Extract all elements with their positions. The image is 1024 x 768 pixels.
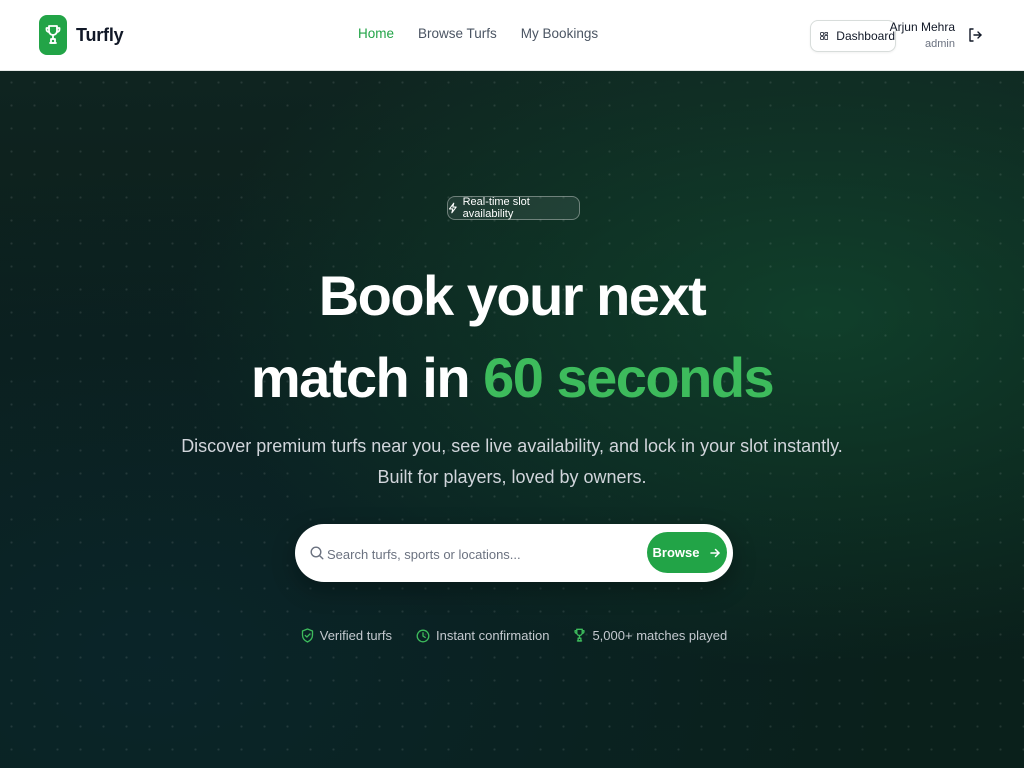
headline-accent: 60 seconds — [483, 346, 775, 409]
feature-item: Instant confirmation — [416, 628, 549, 643]
feature-label: Instant confirmation — [436, 628, 550, 643]
feature-item: 5,000+ matches played — [573, 628, 727, 643]
feature-list: Verified turfs Instant confirmation 5,00… — [0, 628, 1024, 643]
nav-link-browse-turfs[interactable]: Browse Turfs — [418, 26, 497, 41]
dashboard-icon — [820, 32, 829, 40]
browse-button[interactable]: Browse — [647, 532, 727, 573]
search-icon — [310, 546, 324, 560]
subtitle-line-1: Discover premium turfs near you, see liv… — [181, 436, 843, 456]
top-navbar: Turfly Home Browse Turfs My Bookings Das… — [0, 0, 1024, 71]
headline-line-1: Book your next — [318, 264, 707, 327]
realtime-badge: Real-time slot availability — [447, 196, 580, 220]
search-input[interactable] — [327, 543, 627, 565]
dashboard-button-label: Dashboard — [836, 29, 895, 43]
badge-text: Real-time slot availability — [462, 196, 530, 220]
clock-icon — [416, 629, 430, 642]
brand-name: Turfly — [76, 24, 124, 45]
brand-link[interactable]: Turfly — [39, 15, 124, 55]
hero-headline: Book your next match in 60 seconds — [0, 255, 1024, 419]
main-nav: Home Browse Turfs My Bookings — [358, 26, 598, 41]
hero-subtitle: Discover premium turfs near you, see liv… — [0, 431, 1024, 493]
feature-label: Verified turfs — [319, 628, 392, 643]
hero-section: Real-time slot availability Book your ne… — [0, 71, 1024, 768]
nav-link-home[interactable]: Home — [358, 26, 394, 41]
trophy-icon — [39, 15, 67, 55]
feature-label: 5,000+ matches played — [592, 628, 728, 643]
headline-line-2-prefix: match in — [250, 346, 484, 409]
subtitle-line-2: Built for players, loved by owners. — [377, 467, 647, 487]
arrow-right-icon — [710, 548, 721, 557]
lightning-icon — [448, 202, 457, 214]
nav-link-my-bookings[interactable]: My Bookings — [521, 26, 598, 41]
shield-check-icon — [301, 628, 313, 643]
search-bar: Browse — [295, 524, 733, 582]
feature-item: Verified turfs — [301, 628, 392, 643]
browse-button-label: Browse — [652, 545, 700, 560]
user-role: admin — [925, 38, 955, 50]
user-name: Arjun Mehra — [889, 20, 955, 34]
dashboard-button[interactable]: Dashboard — [810, 20, 896, 52]
logout-icon[interactable] — [967, 27, 983, 43]
trophy-icon — [574, 628, 586, 642]
